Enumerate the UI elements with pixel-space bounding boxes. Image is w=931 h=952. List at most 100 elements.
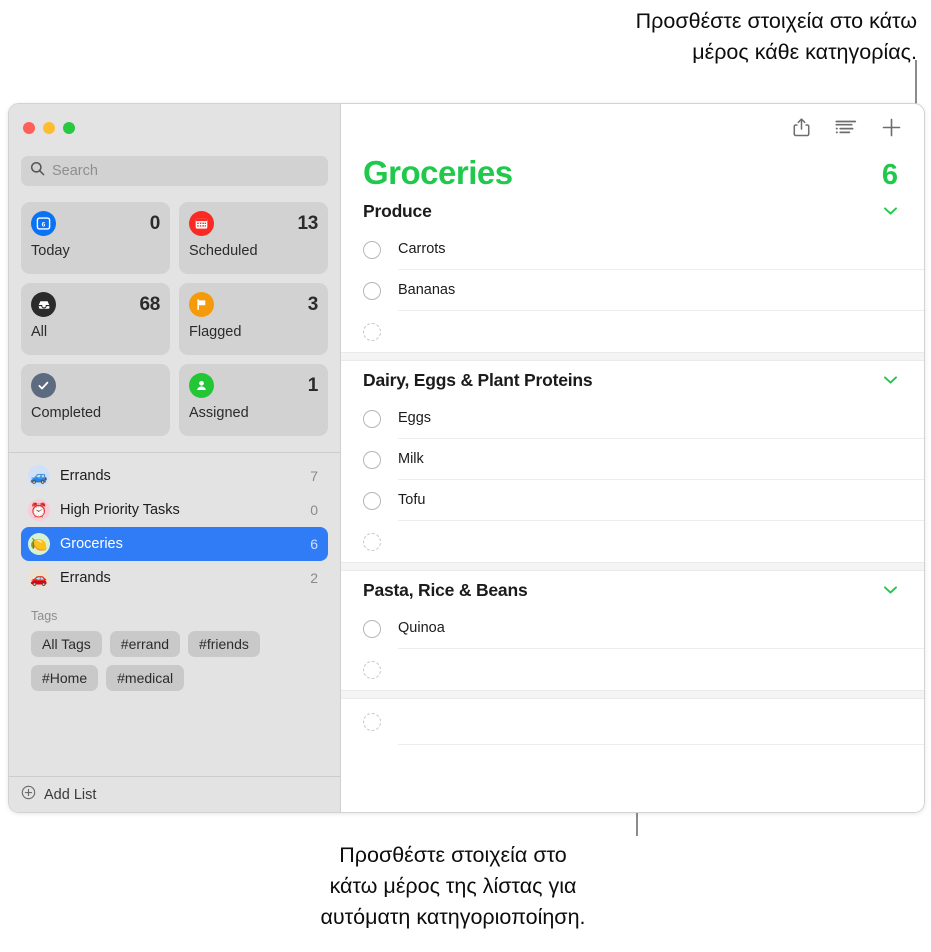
share-icon[interactable]	[792, 117, 811, 138]
car-red-icon: 🚗	[28, 567, 50, 589]
smart-list-completed[interactable]: Completed	[21, 364, 170, 436]
complete-circle[interactable]	[363, 619, 381, 638]
smart-list-label: Today	[31, 243, 70, 259]
reminders-window: Search 6 0 Today 13 Scheduled 68 All 3 F…	[8, 103, 925, 813]
section-header[interactable]: Pasta, Rice & Beans	[341, 571, 924, 608]
new-list-item-row[interactable]	[341, 699, 924, 745]
new-reminder-circle[interactable]	[363, 660, 381, 679]
list-label: Groceries	[60, 536, 123, 552]
smart-list-flagged[interactable]: 3 Flagged	[179, 283, 328, 355]
svg-text:6: 6	[42, 222, 46, 229]
smart-list-count: 0	[149, 212, 161, 234]
add-list-label: Add List	[44, 786, 97, 803]
callout-bottom-text: Προσθέστε στοιχεία στο κάτω μέρος της λί…	[320, 843, 586, 929]
smart-list-label: Completed	[31, 405, 102, 421]
smart-list-label: All	[31, 324, 48, 340]
reminder-row[interactable]: Bananas	[341, 270, 924, 311]
list-label: Errands	[60, 570, 111, 586]
sidebar-list-groceries[interactable]: 🍋 Groceries 6	[21, 527, 328, 561]
list-total-count: 6	[881, 159, 898, 191]
search-icon	[30, 161, 45, 181]
section-title: Dairy, Eggs & Plant Proteins	[363, 370, 593, 390]
complete-circle[interactable]	[363, 450, 381, 469]
smart-list-count: 13	[297, 212, 318, 234]
section-separator	[341, 562, 924, 571]
section-separator	[341, 352, 924, 361]
tag-chip-all-tags[interactable]: All Tags	[31, 631, 102, 657]
smart-list-scheduled[interactable]: 13 Scheduled	[179, 202, 328, 274]
list-count: 0	[310, 502, 318, 518]
list-label: Errands	[60, 468, 111, 484]
search-field[interactable]: Search	[21, 156, 328, 186]
lemon-icon: 🍋	[28, 533, 50, 555]
window-controls	[9, 104, 340, 148]
smart-list-all[interactable]: 68 All	[21, 283, 170, 355]
tag-chip-friends[interactable]: #friends	[188, 631, 260, 657]
section-title: Produce	[363, 201, 432, 221]
tag-chip-errand[interactable]: #errand	[109, 631, 181, 657]
smart-list-count: 3	[307, 293, 319, 315]
page-title: Groceries	[363, 154, 513, 191]
tray-icon	[31, 292, 56, 317]
smart-list-label: Scheduled	[189, 243, 258, 259]
close-button[interactable]	[23, 122, 35, 134]
minimize-button[interactable]	[43, 122, 55, 134]
section-produce: Produce Carrots Bananas	[341, 192, 924, 352]
tag-chip-home[interactable]: #Home	[31, 665, 99, 691]
reminder-row[interactable]: Tofu	[341, 480, 924, 521]
tags-section: Tags All Tags #errand #friends #Home #me…	[9, 595, 340, 691]
list-count: 2	[310, 570, 318, 586]
plus-circle-icon	[21, 785, 36, 805]
section-separator	[341, 690, 924, 699]
smart-list-label: Flagged	[189, 324, 242, 340]
car-blue-icon: 🚙	[28, 465, 50, 487]
complete-circle[interactable]	[363, 491, 381, 510]
sidebar-list-errands-1[interactable]: 🚙 Errands 7	[21, 459, 328, 493]
new-reminder-row[interactable]	[341, 311, 924, 352]
section-header[interactable]: Produce	[341, 192, 924, 229]
list-header: Groceries 6	[341, 150, 924, 192]
smart-list-count: 68	[139, 293, 160, 315]
smart-list-assigned[interactable]: 1 Assigned	[179, 364, 328, 436]
flag-icon	[189, 292, 214, 317]
tag-chip-list: All Tags #errand #friends #Home #medical	[31, 631, 328, 691]
smart-list-count: 1	[307, 374, 319, 396]
zoom-button[interactable]	[63, 122, 75, 134]
add-reminder-icon[interactable]	[881, 117, 902, 138]
new-reminder-circle[interactable]	[363, 322, 381, 341]
checkmark-icon	[31, 373, 56, 398]
sidebar-list-high-priority-tasks[interactable]: ⏰ High Priority Tasks 0	[21, 493, 328, 527]
complete-circle[interactable]	[363, 409, 381, 428]
reminder-title: Quinoa	[398, 620, 445, 636]
smart-list-today[interactable]: 6 0 Today	[21, 202, 170, 274]
new-reminder-row[interactable]	[341, 649, 924, 690]
tag-chip-medical[interactable]: #medical	[106, 665, 185, 691]
new-reminder-circle[interactable]	[363, 532, 381, 551]
reminder-title: Milk	[398, 451, 424, 467]
reminder-row[interactable]: Quinoa	[341, 608, 924, 649]
add-list-button[interactable]: Add List	[9, 776, 340, 812]
new-reminder-row[interactable]	[341, 521, 924, 562]
list-count: 7	[310, 468, 318, 484]
calendar-icon	[189, 211, 214, 236]
reminder-row[interactable]: Carrots	[341, 229, 924, 270]
list-options-icon[interactable]	[835, 119, 857, 136]
sidebar-list-errands-2[interactable]: 🚗 Errands 2	[21, 561, 328, 595]
section-dairy-eggs-plant-proteins: Dairy, Eggs & Plant Proteins Eggs Milk T…	[341, 361, 924, 562]
reminder-title: Tofu	[398, 492, 426, 508]
calendar-day-icon: 6	[31, 211, 56, 236]
chevron-down-icon[interactable]	[883, 582, 898, 600]
section-pasta-rice-beans: Pasta, Rice & Beans Quinoa	[341, 571, 924, 690]
complete-circle[interactable]	[363, 281, 381, 300]
chevron-down-icon[interactable]	[883, 203, 898, 221]
reminder-row[interactable]: Milk	[341, 439, 924, 480]
complete-circle[interactable]	[363, 240, 381, 259]
section-header[interactable]: Dairy, Eggs & Plant Proteins	[341, 361, 924, 398]
new-reminder-circle[interactable]	[363, 713, 381, 731]
alarm-clock-icon: ⏰	[28, 499, 50, 521]
chevron-down-icon[interactable]	[883, 372, 898, 390]
search-input[interactable]: Search	[52, 163, 98, 179]
callout-top-leader-line	[915, 60, 917, 106]
reminder-title: Carrots	[398, 241, 446, 257]
reminder-row[interactable]: Eggs	[341, 398, 924, 439]
